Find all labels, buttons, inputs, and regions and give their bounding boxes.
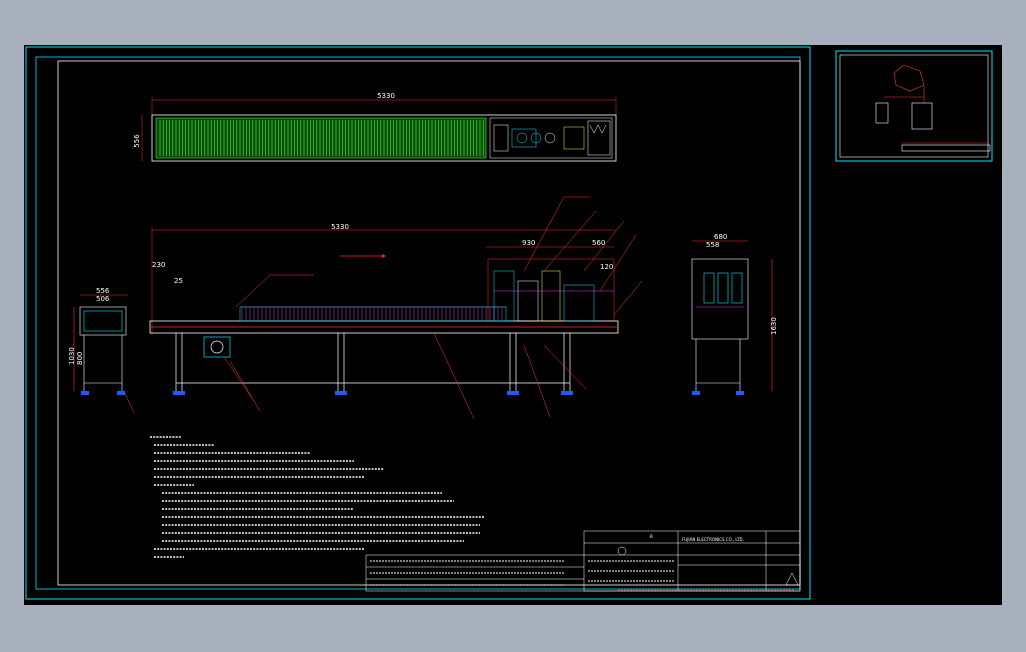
dim-left-556: 556 [96, 287, 110, 295]
right-end-view: 680 558 1630 [691, 233, 778, 395]
dim-side-120: 120 [600, 263, 613, 271]
dim-right-1630: 1630 [770, 317, 778, 335]
thumbnail-drawing [875, 64, 991, 152]
conveyor-belt-green [155, 117, 487, 159]
dim-side-560: 560 [592, 239, 605, 247]
dim-side-230: 230 [152, 261, 165, 269]
dim-right-558: 558 [706, 241, 719, 249]
dim-side-930: 930 [522, 239, 535, 247]
side-view: 5330 230 25 930 560 120 [123, 196, 643, 420]
company-line: FUJIAN ELECTRONICS CO., LTD. [682, 537, 744, 542]
dim-side-1030: 1030 [68, 347, 76, 365]
dim-side-800: 800 [76, 352, 84, 365]
revision-label: B [650, 534, 653, 539]
dim-right-680: 680 [714, 233, 727, 241]
cad-viewport[interactable]: 5330 556 5330 230 25 930 560 120 556 506… [24, 45, 1002, 605]
dim-side-length: 5330 [331, 223, 349, 231]
dim-top-length: 5330 [377, 92, 395, 100]
dim-side-25: 25 [174, 277, 183, 285]
thumbnail-sheet [835, 50, 993, 162]
technical-notes [150, 436, 484, 558]
dim-top-width: 556 [133, 134, 141, 148]
left-end-view: 556 506 1030 800 [68, 287, 128, 395]
top-view: 5330 556 [133, 92, 617, 162]
dim-left-506: 506 [96, 295, 110, 303]
drawing-svg: 5330 556 5330 230 25 930 560 120 556 506… [25, 46, 993, 600]
